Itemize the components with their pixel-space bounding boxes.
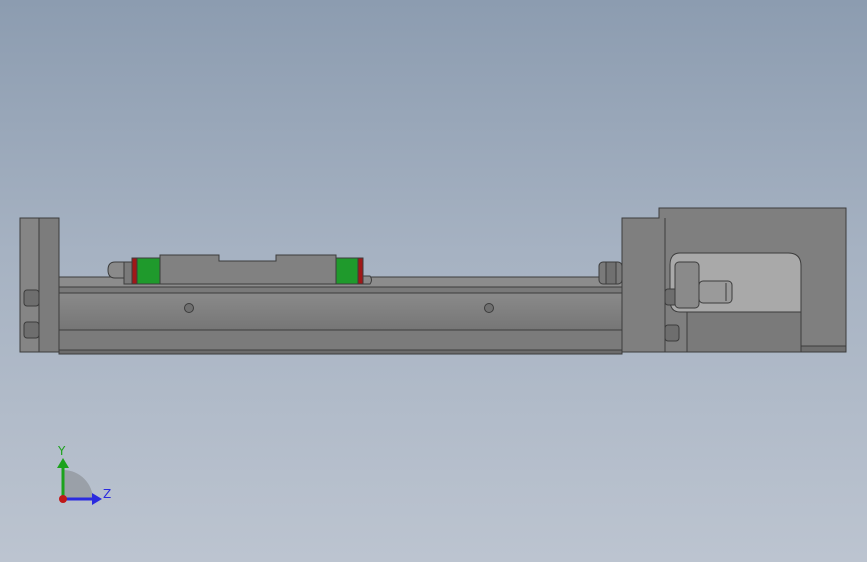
- model-viewport[interactable]: Y Z: [0, 0, 867, 562]
- y-axis-label: Y: [57, 444, 66, 458]
- coordinate-triad-icon: Y Z: [57, 444, 111, 505]
- carriage-block[interactable]: [107, 254, 372, 285]
- y-arrowhead: [57, 458, 69, 468]
- triad-quadrant: [63, 470, 93, 500]
- carriage-body: [159, 254, 337, 285]
- x-axis-dot: [59, 495, 67, 503]
- mounting-hole: [184, 303, 194, 313]
- z-arrowhead: [92, 493, 102, 505]
- bolt-head: [23, 289, 40, 307]
- mounting-hole: [484, 303, 494, 313]
- left-end-plate[interactable]: [19, 217, 60, 353]
- z-axis-label: Z: [103, 487, 111, 501]
- bolt-head: [23, 321, 40, 339]
- base-rail[interactable]: [58, 276, 623, 355]
- linear-module-assembly[interactable]: [19, 207, 847, 355]
- motor-mount-housing[interactable]: [598, 207, 847, 353]
- seal-red-right: [357, 257, 364, 285]
- bolt-head: [664, 324, 680, 342]
- retainer-green-left: [136, 257, 161, 285]
- retainer-green-right: [335, 257, 359, 285]
- seal-red-left: [131, 257, 138, 285]
